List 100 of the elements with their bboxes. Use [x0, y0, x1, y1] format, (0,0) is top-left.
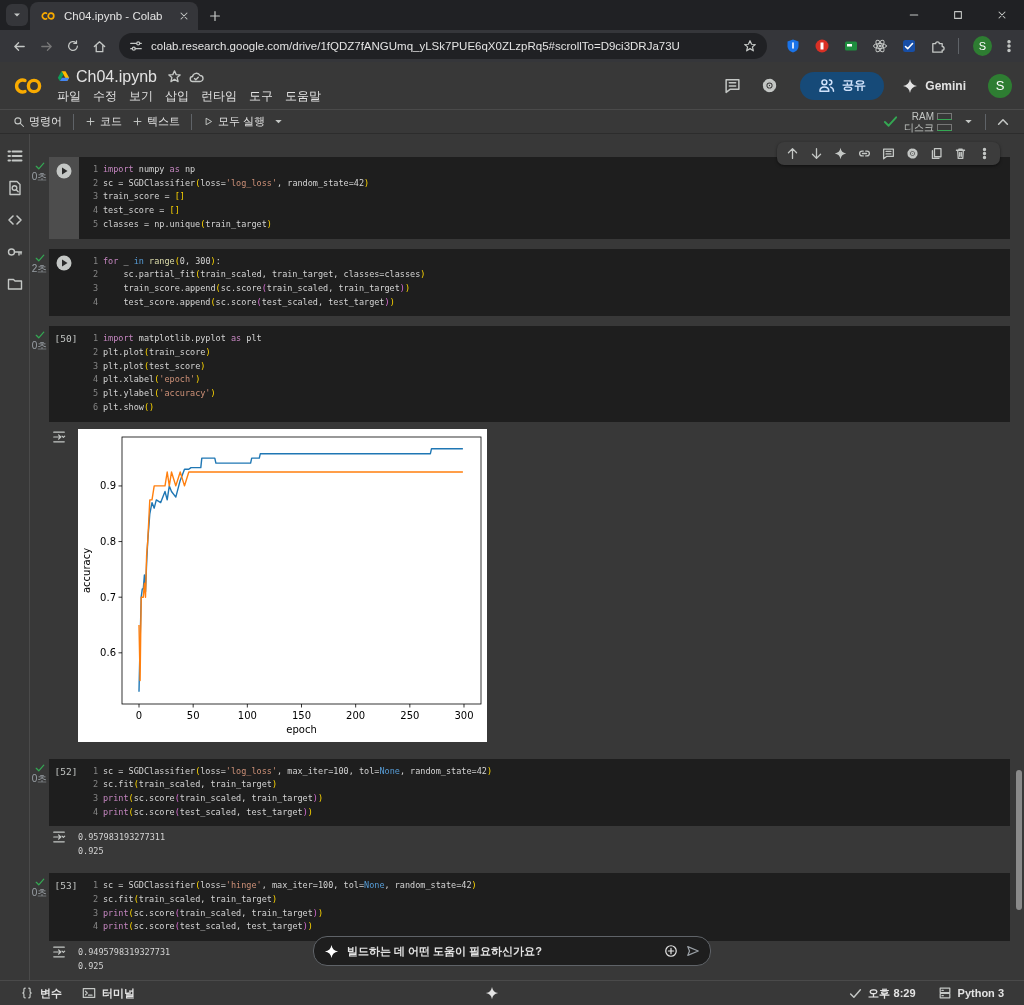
- check-icon[interactable]: [900, 38, 917, 54]
- menu-item[interactable]: 보기: [129, 88, 153, 104]
- code-cell[interactable]: 1 import numpy as np 2 sc = SGDClassifier(loss='log_loss', random_state=42) 3 train_score = [] 4 test_score = [] 5 classes = np.unique(train_target): [49, 157, 1010, 239]
- notebook-title[interactable]: Ch04.ipynb: [76, 67, 157, 86]
- run-all-button[interactable]: 모두 실행: [198, 110, 271, 133]
- gemini-button[interactable]: Gemini: [896, 77, 972, 94]
- code-line[interactable]: plt.plot(train_score): [103, 346, 211, 360]
- close-icon[interactable]: [178, 10, 190, 22]
- user-avatar[interactable]: S: [988, 73, 1012, 98]
- code-line[interactable]: sc.fit(train_scaled, train_target): [103, 893, 278, 907]
- browser-tab[interactable]: Ch04.ipynb - Colab: [30, 2, 198, 30]
- share-button[interactable]: 공유: [800, 71, 885, 100]
- code-line[interactable]: classes = np.unique(train_target): [103, 217, 272, 232]
- code-line[interactable]: test_score = []: [103, 204, 180, 218]
- star-icon[interactable]: [742, 39, 757, 53]
- command-palette-button[interactable]: 명령어: [8, 110, 67, 133]
- code-cell[interactable]: [49, 248, 1010, 317]
- variables-button[interactable]: 변수: [20, 985, 62, 1001]
- delete-icon[interactable]: [954, 147, 967, 160]
- star-icon[interactable]: [166, 69, 182, 84]
- x-tick-label: 100: [237, 709, 257, 721]
- x-tick-label: 250: [400, 709, 420, 721]
- run-button[interactable]: [56, 254, 72, 271]
- folder-icon[interactable]: [6, 276, 23, 292]
- output-toggle-icon[interactable]: [52, 429, 66, 444]
- reload-icon[interactable]: [66, 39, 80, 53]
- code-cell[interactable]: [49, 758, 1010, 827]
- resource-meter[interactable]: RAM 디스크: [904, 110, 952, 133]
- colab-logo-icon[interactable]: [12, 75, 44, 96]
- code-line[interactable]: plt.show(): [103, 400, 155, 415]
- output-text: 0.957983193277311: [78, 831, 165, 845]
- code-line[interactable]: plt.ylabel('accuracy'): [103, 387, 216, 401]
- tick-mark: [118, 651, 123, 653]
- table-of-contents-icon[interactable]: [6, 148, 23, 164]
- line-number: 1: [91, 163, 98, 176]
- profile-avatar[interactable]: S: [972, 36, 992, 56]
- new-tab-icon[interactable]: [208, 9, 222, 23]
- chat-input[interactable]: 빌드하는 데 어떤 도움이 필요하신가요?: [347, 945, 656, 957]
- menu-item[interactable]: 도움말: [285, 88, 321, 104]
- settings-icon[interactable]: [906, 147, 919, 160]
- output-toggle-icon[interactable]: [52, 945, 66, 960]
- terminal-button[interactable]: 터미널: [82, 985, 135, 1001]
- menu-item[interactable]: 수정: [93, 88, 117, 104]
- code-line[interactable]: sc.partial_fit(train_scaled, train_target, classes=classes): [103, 268, 426, 282]
- code-line[interactable]: import numpy as np: [103, 163, 196, 177]
- code-line[interactable]: print(sc.score(train_scaled, train_target)): [103, 906, 324, 921]
- menu-item[interactable]: 도구: [249, 88, 273, 104]
- comment-icon[interactable]: [724, 77, 742, 94]
- extension-icon[interactable]: [813, 38, 830, 54]
- line-number: 2: [91, 893, 98, 907]
- add-code-button[interactable]: 코드: [80, 110, 127, 133]
- close-icon[interactable]: [996, 9, 1008, 21]
- x-tick-label: 150: [291, 709, 312, 721]
- code-cell[interactable]: [49, 873, 1010, 942]
- code-cell[interactable]: [50] 1 import matplotlib.pyplot as plt 2 plt.plot(train_score) 3 plt.plot(test_score) 4 plt.xlabel('epoch') 5 plt.ylabel('accuracy') 6 plt.show(): [49, 326, 1010, 422]
- code-line[interactable]: sc = SGDClassifier(loss='hinge', max_iter=100, tol=None, random_state=42): [103, 879, 477, 894]
- settings-icon[interactable]: [761, 77, 779, 94]
- add-icon[interactable]: [664, 944, 678, 958]
- code-line[interactable]: import matplotlib.pyplot as plt: [103, 332, 262, 347]
- atom-icon[interactable]: [871, 38, 888, 54]
- code-line[interactable]: print(sc.score(test_scaled, test_target)): [103, 920, 313, 935]
- move-up-icon[interactable]: [786, 147, 799, 160]
- sparkle-icon[interactable]: [834, 147, 847, 160]
- x-axis-label: epoch: [286, 723, 317, 735]
- code-line[interactable]: print(sc.score(test_scaled, test_target)): [103, 805, 313, 820]
- maximize-icon[interactable]: [952, 9, 964, 21]
- code-line[interactable]: print(sc.score(train_scaled, train_target)): [103, 791, 324, 806]
- run-button[interactable]: [56, 163, 72, 179]
- code-line[interactable]: test_score.append(sc.score(test_scaled, test_target)): [103, 295, 395, 310]
- add-text-button[interactable]: 텍스트: [127, 110, 185, 133]
- find-icon[interactable]: [6, 180, 23, 196]
- address-bar[interactable]: colab.research.google.com/drive/1fQDZ7fANGUmq_yLSk7PUE6qX0ZLzpRq5#scrollTo=D9ci3DRJa73U: [119, 33, 767, 59]
- puzzle-icon[interactable]: [929, 38, 945, 54]
- menu-item[interactable]: 삽입: [165, 88, 189, 104]
- tick-mark: [138, 703, 140, 708]
- code-icon[interactable]: [6, 212, 23, 228]
- code-line[interactable]: sc = SGDClassifier(loss='log_loss', random_state=42): [103, 176, 370, 191]
- copy-icon[interactable]: [930, 147, 943, 160]
- comment-icon[interactable]: [882, 147, 895, 160]
- code-line[interactable]: for _ in range(0, 300):: [103, 254, 221, 269]
- home-icon[interactable]: [92, 38, 107, 54]
- code-line[interactable]: plt.xlabel('epoch'): [103, 373, 201, 388]
- code-line[interactable]: sc.fit(train_scaled, train_target): [103, 778, 278, 792]
- output-toggle-icon[interactable]: [52, 830, 66, 845]
- code-line[interactable]: train_score = []: [103, 190, 185, 205]
- menu-item[interactable]: 런타임: [201, 88, 237, 104]
- tab-search-button[interactable]: [6, 4, 28, 26]
- send-icon[interactable]: [686, 944, 700, 958]
- line-number: 4: [91, 920, 98, 934]
- code-line[interactable]: plt.plot(test_score): [103, 359, 206, 374]
- menu-item[interactable]: 파일: [57, 88, 81, 104]
- scrollbar[interactable]: [1016, 770, 1022, 910]
- link-icon[interactable]: [858, 147, 871, 160]
- chat-box[interactable]: 빌드하는 데 어떤 도움이 필요하신가요?: [313, 936, 711, 966]
- move-down-icon[interactable]: [810, 147, 823, 160]
- site-settings-icon[interactable]: [129, 39, 143, 53]
- code-line[interactable]: train_score.append(sc.score(train_scaled, train_target)): [103, 281, 411, 296]
- runtime-button[interactable]: Python 3: [937, 986, 1004, 1000]
- code-line[interactable]: sc = SGDClassifier(loss='log_loss', max_iter=100, tol=None, random_state=42): [103, 764, 492, 779]
- run-time: 0초: [31, 171, 48, 182]
